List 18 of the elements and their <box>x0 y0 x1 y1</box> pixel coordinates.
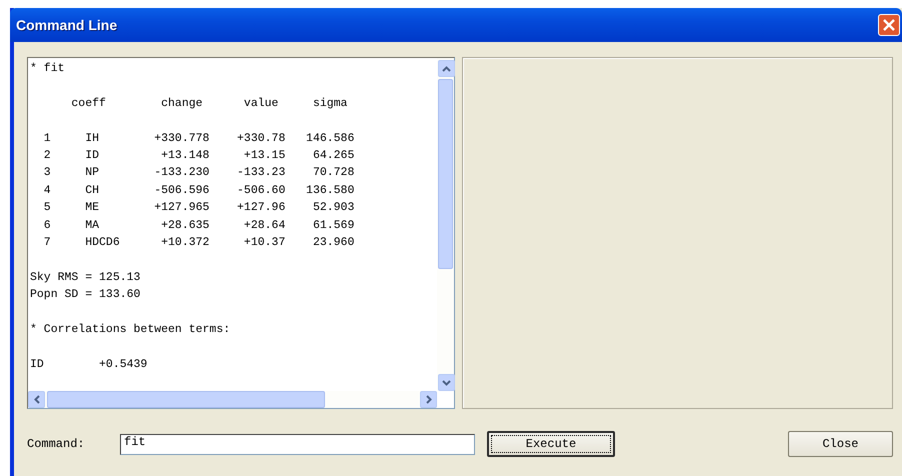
execute-button[interactable]: Execute <box>487 431 615 457</box>
scroll-up-button[interactable] <box>438 60 455 77</box>
close-icon <box>883 19 895 31</box>
close-button[interactable]: Close <box>788 431 893 457</box>
scrollbar-thumb[interactable] <box>438 79 453 269</box>
chevron-down-icon <box>442 380 451 386</box>
scroll-left-button[interactable] <box>28 391 45 408</box>
chevron-right-icon <box>426 395 432 404</box>
output-text: * fit coeff change value sigma 1 IH +330.778 +330.78 146.586 2 ID +13.148 +13.15 64.265 3 NP -133.230 -133.23 70.728 4 CH -506.596 -506.60 136.580 5 ME +127.965 +127.96 52.903 6 MA +28.635 +28.64 61.569 7 HDCD6 +10.372 +10.37 23.960 Sky RMS = 125.13 Popn SD = 133.60 * Correlations between terms: ID +0.5439 <box>29 61 356 373</box>
command-label: Command: <box>27 437 86 451</box>
chevron-left-icon <box>34 395 40 404</box>
chevron-up-icon <box>442 66 451 72</box>
scrollbar-thumb[interactable] <box>47 391 325 408</box>
close-button[interactable] <box>878 14 900 36</box>
scroll-down-button[interactable] <box>438 374 455 391</box>
command-input[interactable]: fit <box>120 434 475 454</box>
scroll-right-button[interactable] <box>420 391 437 408</box>
window-title: Command Line <box>16 17 118 33</box>
